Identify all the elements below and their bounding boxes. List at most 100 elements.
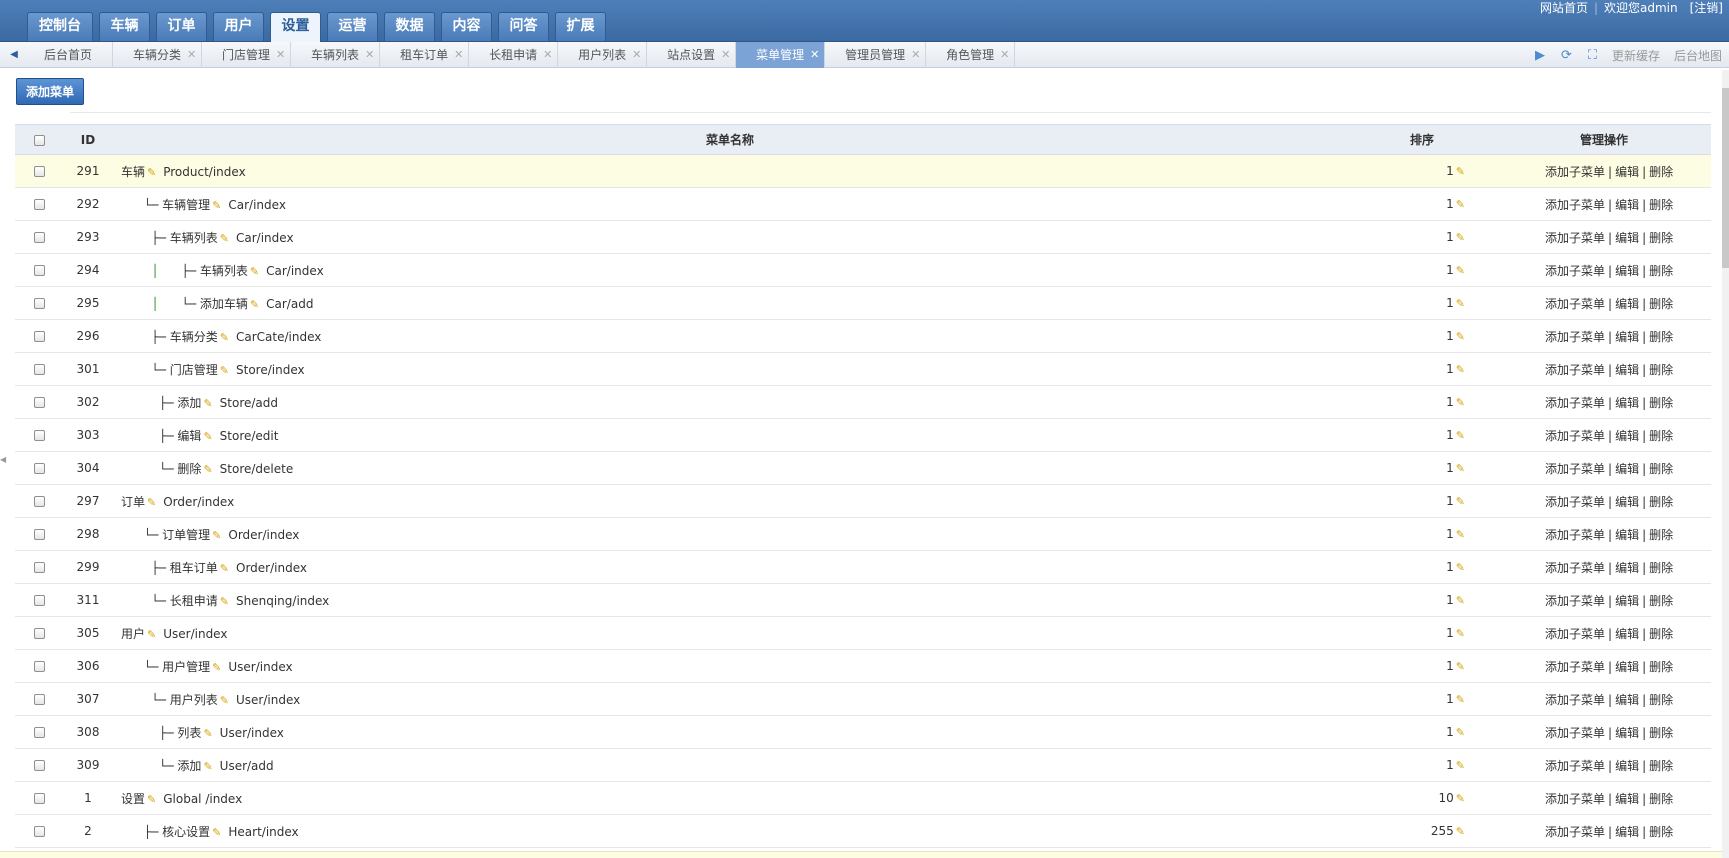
scrollbar-thumb[interactable] [1722,88,1729,268]
edit-name-pencil-icon[interactable]: ✎ [203,727,212,740]
edit-sort-pencil-icon[interactable]: ✎ [1456,297,1465,310]
edit-link[interactable]: 编辑 [1615,726,1639,740]
nav-tab-4[interactable]: 设置 [270,12,321,42]
add-child-menu-link[interactable]: 添加子菜单 [1545,594,1605,608]
edit-name-pencil-icon[interactable]: ✎ [203,760,212,773]
edit-sort-pencil-icon[interactable]: ✎ [1456,693,1465,706]
delete-link[interactable]: 删除 [1649,297,1673,311]
edit-name-pencil-icon[interactable]: ✎ [220,562,229,575]
row-checkbox[interactable] [33,265,45,276]
edit-link[interactable]: 编辑 [1615,165,1639,179]
edit-sort-pencil-icon[interactable]: ✎ [1456,231,1465,244]
delete-link[interactable]: 删除 [1649,792,1673,806]
close-tab-icon[interactable]: ✕ [365,42,379,68]
row-checkbox[interactable] [33,331,45,342]
edit-sort-pencil-icon[interactable]: ✎ [1456,165,1465,178]
edit-name-pencil-icon[interactable]: ✎ [220,232,229,245]
nav-tab-6[interactable]: 数据 [384,12,435,41]
edit-sort-pencil-icon[interactable]: ✎ [1456,660,1465,673]
row-checkbox[interactable] [33,232,45,243]
delete-link[interactable]: 删除 [1649,660,1673,674]
edit-name-pencil-icon[interactable]: ✎ [212,529,221,542]
open-tab-0[interactable]: 后台首页 [24,42,114,68]
edit-name-pencil-icon[interactable]: ✎ [220,694,229,707]
edit-link[interactable]: 编辑 [1615,825,1639,839]
edit-sort-pencil-icon[interactable]: ✎ [1456,825,1465,838]
edit-name-pencil-icon[interactable]: ✎ [203,397,212,410]
close-tab-icon[interactable]: ✕ [187,42,201,68]
row-checkbox[interactable] [33,826,45,837]
refresh-icon[interactable]: ⟳ [1553,48,1580,63]
delete-link[interactable]: 删除 [1649,759,1673,773]
row-checkbox[interactable] [33,595,45,606]
open-tab-1[interactable]: 车辆分类 ✕ [113,42,203,68]
row-checkbox[interactable] [33,166,45,177]
add-child-menu-link[interactable]: 添加子菜单 [1545,561,1605,575]
site-map-button[interactable]: 后台地图 [1667,47,1729,64]
close-tab-icon[interactable]: ✕ [454,42,468,68]
close-tab-icon[interactable]: ✕ [276,42,290,68]
open-tab-8[interactable]: 菜单管理 ✕ [736,42,826,68]
delete-link[interactable]: 删除 [1649,198,1673,212]
delete-link[interactable]: 删除 [1649,231,1673,245]
edit-name-pencil-icon[interactable]: ✎ [212,661,221,674]
edit-sort-pencil-icon[interactable]: ✎ [1456,627,1465,640]
edit-sort-pencil-icon[interactable]: ✎ [1456,462,1465,475]
delete-link[interactable]: 删除 [1649,330,1673,344]
delete-link[interactable]: 删除 [1649,264,1673,278]
edit-sort-pencil-icon[interactable]: ✎ [1456,429,1465,442]
delete-link[interactable]: 删除 [1649,693,1673,707]
edit-name-pencil-icon[interactable]: ✎ [203,430,212,443]
delete-link[interactable]: 删除 [1649,495,1673,509]
edit-name-pencil-icon[interactable]: ✎ [203,463,212,476]
nav-tab-3[interactable]: 用户 [213,12,264,41]
add-child-menu-link[interactable]: 添加子菜单 [1545,264,1605,278]
nav-tab-7[interactable]: 内容 [441,12,492,41]
edit-name-pencil-icon[interactable]: ✎ [212,826,221,839]
add-child-menu-link[interactable]: 添加子菜单 [1545,825,1605,839]
close-tab-icon[interactable]: ✕ [911,42,925,68]
edit-link[interactable]: 编辑 [1615,792,1639,806]
close-tab-icon[interactable]: ✕ [632,42,646,68]
site-home-link[interactable]: 网站首页 [1534,0,1594,16]
row-checkbox[interactable] [33,298,45,309]
edit-link[interactable]: 编辑 [1615,198,1639,212]
add-child-menu-link[interactable]: 添加子菜单 [1545,198,1605,212]
add-child-menu-link[interactable]: 添加子菜单 [1545,396,1605,410]
delete-link[interactable]: 删除 [1649,825,1673,839]
open-tab-7[interactable]: 站点设置 ✕ [647,42,737,68]
nav-tab-2[interactable]: 订单 [156,12,207,41]
edit-sort-pencil-icon[interactable]: ✎ [1456,363,1465,376]
close-tab-icon[interactable]: ✕ [810,42,824,68]
edit-link[interactable]: 编辑 [1615,462,1639,476]
delete-link[interactable]: 删除 [1649,627,1673,641]
edit-link[interactable]: 编辑 [1615,330,1639,344]
nav-tab-9[interactable]: 扩展 [555,12,606,41]
edit-name-pencil-icon[interactable]: ✎ [147,628,156,641]
edit-link[interactable]: 编辑 [1615,660,1639,674]
edit-link[interactable]: 编辑 [1615,297,1639,311]
delete-link[interactable]: 删除 [1649,528,1673,542]
row-checkbox[interactable] [33,199,45,210]
row-checkbox[interactable] [33,628,45,639]
row-checkbox[interactable] [33,760,45,771]
edit-link[interactable]: 编辑 [1615,594,1639,608]
row-checkbox[interactable] [33,397,45,408]
add-child-menu-link[interactable]: 添加子菜单 [1545,495,1605,509]
add-child-menu-link[interactable]: 添加子菜单 [1545,528,1605,542]
edit-link[interactable]: 编辑 [1615,429,1639,443]
edit-link[interactable]: 编辑 [1615,561,1639,575]
edit-sort-pencil-icon[interactable]: ✎ [1456,330,1465,343]
open-tab-3[interactable]: 车辆列表 ✕ [291,42,381,68]
edit-sort-pencil-icon[interactable]: ✎ [1456,759,1465,772]
row-checkbox[interactable] [33,793,45,804]
edit-link[interactable]: 编辑 [1615,495,1639,509]
open-tab-10[interactable]: 角色管理 ✕ [926,42,1016,68]
nav-tab-8[interactable]: 问答 [498,12,549,41]
edit-name-pencil-icon[interactable]: ✎ [147,496,156,509]
add-child-menu-link[interactable]: 添加子菜单 [1545,330,1605,344]
nav-tab-1[interactable]: 车辆 [99,12,150,41]
add-child-menu-link[interactable]: 添加子菜单 [1545,363,1605,377]
open-tab-2[interactable]: 门店管理 ✕ [202,42,292,68]
row-checkbox[interactable] [33,364,45,375]
